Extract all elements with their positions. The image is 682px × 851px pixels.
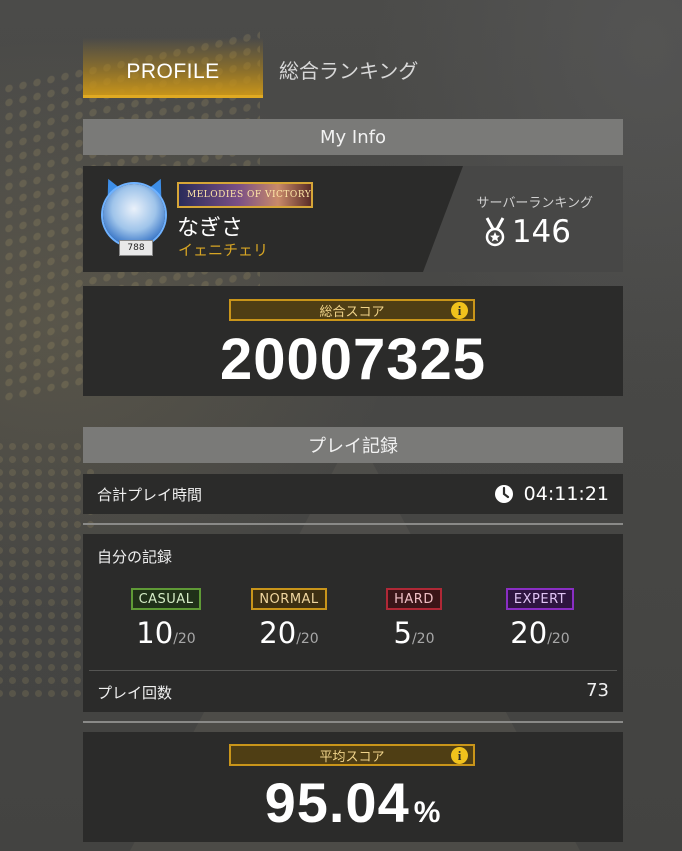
difficulty-expert: EXPERT 20/20 — [497, 588, 583, 650]
tab-overall-ranking[interactable]: 総合ランキング — [279, 38, 418, 96]
difficulty-casual-count: 10/20 — [123, 616, 209, 650]
difficulty-hard-max: /20 — [411, 631, 435, 647]
difficulty-casual-value: 10 — [136, 616, 174, 650]
difficulty-casual-max: /20 — [173, 631, 196, 647]
server-rank: 146 — [484, 214, 571, 250]
total-play-time: 04:11:21 — [494, 483, 609, 505]
server-rank-value: 146 — [511, 214, 571, 250]
difficulty-expert-max: /20 — [547, 631, 570, 647]
play-count-label: プレイ回数 — [97, 684, 173, 702]
profile-card: 788 MELODIES OF VICTORY なぎさ イェニチェリ サーバーラ… — [83, 166, 623, 272]
difficulty-badge-normal: NORMAL — [251, 588, 327, 610]
play-record-header: プレイ記録 — [83, 427, 623, 463]
divider — [83, 721, 623, 723]
difficulty-hard-count: 5/20 — [371, 616, 457, 650]
difficulty-badge-casual: CASUAL — [130, 588, 202, 610]
difficulty-hard-value: 5 — [393, 616, 412, 650]
average-score-panel: 平均スコア i 95.04% — [83, 732, 623, 842]
avatar[interactable] — [103, 184, 165, 246]
difficulty-normal-count: 20/20 — [246, 616, 332, 650]
medal-icon — [485, 217, 505, 247]
difficulty-badge-expert: EXPERT — [505, 588, 575, 610]
difficulty-expert-count: 20/20 — [497, 616, 583, 650]
difficulty-normal-max: /20 — [296, 631, 319, 647]
total-score-panel: 総合スコア i 20007325 — [83, 286, 623, 396]
tab-bar: PROFILE 総合ランキング — [83, 38, 623, 98]
server-ranking-label: サーバーランキング — [476, 196, 593, 211]
average-score: 95.04% — [83, 770, 623, 835]
difficulty-badge-hard: HARD — [386, 588, 442, 610]
info-icon[interactable]: i — [451, 747, 468, 764]
level-badge: 788 — [119, 240, 153, 256]
total-play-time-value: 04:11:21 — [523, 483, 609, 505]
total-score-label-text: 総合スコア — [319, 304, 385, 320]
difficulty-normal-value: 20 — [259, 616, 297, 650]
divider — [89, 670, 617, 671]
my-records-label: 自分の記録 — [97, 548, 173, 566]
tab-profile[interactable]: PROFILE — [83, 38, 263, 98]
info-icon[interactable]: i — [451, 302, 468, 319]
total-play-time-row: 合計プレイ時間 04:11:21 — [83, 474, 623, 514]
team-name: イェニチェリ — [178, 241, 269, 259]
average-score-label: 平均スコア i — [229, 744, 475, 766]
average-score-label-text: 平均スコア — [319, 749, 385, 765]
my-info-header: My Info — [83, 119, 623, 155]
total-score-label: 総合スコア i — [229, 299, 475, 321]
difficulty-hard: HARD 5/20 — [371, 588, 457, 650]
average-score-value: 95.04 — [264, 771, 410, 834]
average-score-unit: % — [413, 796, 442, 829]
total-score-value: 20007325 — [219, 327, 487, 392]
total-play-time-label: 合計プレイ時間 — [97, 485, 203, 504]
clock-icon — [494, 485, 513, 503]
divider — [83, 523, 623, 525]
username: なぎさ — [177, 216, 244, 241]
difficulty-expert-value: 20 — [510, 616, 548, 650]
difficulty-casual: CASUAL 10/20 — [123, 588, 209, 650]
difficulty-normal: NORMAL 20/20 — [246, 588, 332, 650]
play-count-value: 73 — [586, 680, 609, 701]
my-records-panel: 自分の記録 CASUAL 10/20 NORMAL 20/20 HARD 5/2… — [83, 534, 623, 712]
title-plate: MELODIES OF VICTORY — [177, 182, 313, 208]
